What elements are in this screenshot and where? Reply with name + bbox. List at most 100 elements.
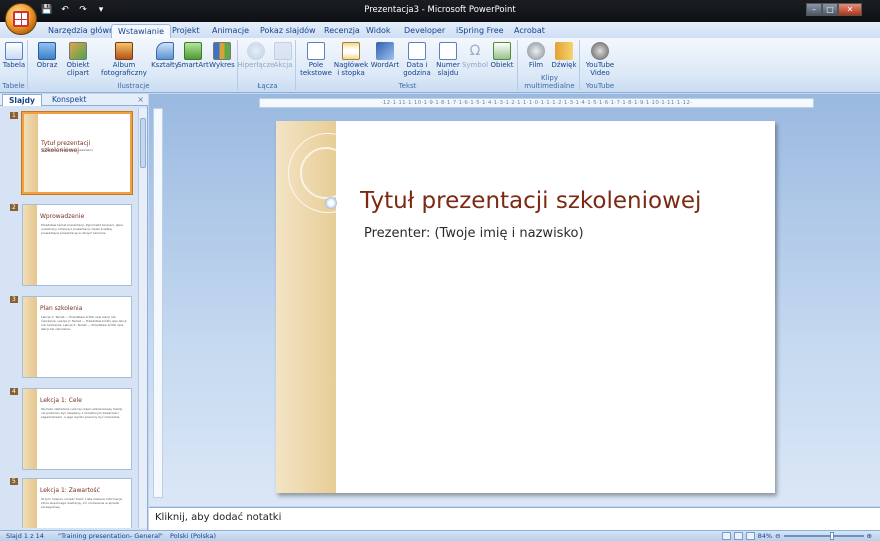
tab-wstawianie[interactable]: Wstawianie [111,24,171,38]
slide-decor-dot [325,197,337,209]
current-slide[interactable]: Tytuł prezentacji szkoleniowej Prezenter… [276,121,775,493]
hyperlink-icon [247,42,265,60]
tab-recenzja[interactable]: Recenzja [318,24,366,38]
notes-pane[interactable]: Kliknij, aby dodać notatki [149,507,880,530]
chart-button[interactable]: Wykres [208,42,236,69]
scrollbar-thumb[interactable] [140,118,146,168]
zoom-out-icon[interactable]: ⊖ [775,532,780,540]
picture-button[interactable]: Obraz [36,42,58,69]
header-footer-button[interactable]: Nagłówek i stopka [334,42,368,77]
wordart-icon [376,42,394,60]
clipart-button[interactable]: Obiekt clipart [60,42,96,77]
film-button[interactable]: Film [524,42,548,69]
zoom-slider[interactable] [783,532,864,540]
slide-thumbnail-1[interactable]: Tytuł prezentacji szkoleniowej Prezenter… [21,111,133,195]
film-icon [527,42,545,60]
zoom-controls: 84% ⊖ ⊕ [721,532,872,540]
slide-subtitle[interactable]: Prezenter: (Twoje imię i nazwisko) [364,226,584,241]
slide-number: 1 [10,112,18,119]
hyperlink-button[interactable]: Hiperłącze [238,42,274,69]
shapes-button[interactable]: Kształty [151,42,179,69]
slide-sorter-icon[interactable] [733,532,743,540]
tab-widok[interactable]: Widok [360,24,397,38]
shapes-icon [156,42,174,60]
office-logo-icon [13,11,29,27]
tab-animacje[interactable]: Animacje [206,24,255,38]
object-button[interactable]: Obiekt [488,42,516,69]
notes-placeholder: Kliknij, aby dodać notatki [155,512,282,523]
horizontal-ruler: ·12·1·11·1·10·1·9·1·8·1·7·1·6·1·5·1·4·1·… [259,98,814,108]
date-time-button[interactable]: Data i godzina [402,42,432,77]
wordart-button[interactable]: WordArt [370,42,400,69]
group-youtube: YouTube Video YouTube [582,40,618,90]
slide-editor: ·12·1·11·1·10·1·9·1·8·1·7·1·6·1·5·1·4·1·… [149,94,880,506]
slide-number: 5 [10,478,18,485]
action-icon [274,42,292,60]
panel-scrollbar[interactable] [138,108,147,528]
slide-number-button[interactable]: Numer slajdu [434,42,462,77]
group-lacza: Hiperłącze Akcja Łącza [238,40,296,90]
date-time-icon [408,42,426,60]
title-bar: 💾 ↶ ↷ ▾ Prezentacja3 - Microsoft PowerPo… [0,0,880,22]
smartart-icon [184,42,202,60]
zoom-slider-handle[interactable] [829,532,834,540]
window-title: Prezentacja3 - Microsoft PowerPoint [364,5,516,15]
slide-number: 3 [10,296,18,303]
tab-acrobat[interactable]: Acrobat [508,24,551,38]
slide-thumbnail-2[interactable]: Wprowadzenie Przedstaw temat prezentacji… [22,204,132,286]
panel-close-icon[interactable]: × [137,95,144,104]
group-tabele: Tabela Tabele [0,40,28,90]
slides-panel: Slajdy Konspekt × 1 Tytuł prezentacji sz… [0,94,148,530]
zoom-in-icon[interactable]: ⊕ [867,532,872,540]
minimize-button[interactable]: – [806,3,822,16]
vertical-ruler [153,108,163,498]
symbol-button[interactable]: Ω Symbol [462,42,488,69]
tab-ispring-free[interactable]: iSpring Free [450,24,510,38]
slide-decor-arc-inner [300,147,352,199]
tab-konspekt[interactable]: Konspekt [46,94,92,106]
slide-number: 4 [10,388,18,395]
photo-album-button[interactable]: Album fotograficzny [98,42,150,77]
normal-view-icon[interactable] [721,532,731,540]
maximize-button[interactable]: □ [822,3,838,16]
close-button[interactable]: ✕ [838,3,862,16]
group-klipy-multimedialne: Film Dźwięk Klipy multimedialne [520,40,580,90]
ribbon: Tabela Tabele Obraz Obiekt clipart Album… [0,38,880,93]
status-theme: "Training presentation- General" [58,532,163,540]
slideshow-icon[interactable] [745,532,755,540]
status-slide: Slajd 1 z 14 [6,532,44,540]
table-button[interactable]: Tabela [3,42,25,69]
status-language[interactable]: Polski (Polska) [170,532,216,540]
tab-projekt[interactable]: Projekt [166,24,206,38]
youtube-icon [591,42,609,60]
slide-thumbnails: 1 Tytuł prezentacji szkoleniowej Prezent… [0,108,138,528]
tab-developer[interactable]: Developer [398,24,451,38]
photo-album-icon [115,42,133,60]
tab-pokaz-slajdow[interactable]: Pokaz slajdów [254,24,322,38]
chart-icon [213,42,231,60]
header-footer-icon [342,42,360,60]
textbox-button[interactable]: Pole tekstowe [300,42,332,77]
action-button[interactable]: Akcja [272,42,294,69]
table-icon [5,42,23,60]
picture-icon [38,42,56,60]
slide-title[interactable]: Tytuł prezentacji szkoleniowej [360,188,701,214]
symbol-icon: Ω [469,43,481,59]
textbox-icon [307,42,325,60]
smartart-button[interactable]: SmartArt [177,42,209,69]
window-controls: – □ ✕ [806,3,862,16]
group-tekst: Pole tekstowe Nagłówek i stopka WordArt … [298,40,518,90]
slide-thumbnail-3[interactable]: Plan szkolenia Lekcja 1: Temat — Przedst… [22,296,132,378]
group-ilustracje: Obraz Obiekt clipart Album fotograficzny… [30,40,238,90]
ribbon-tabs: Narzędzia główne Wstawianie Projekt Anim… [0,22,880,38]
youtube-video-button[interactable]: YouTube Video [584,42,616,77]
sound-button[interactable]: Dźwięk [550,42,578,69]
office-button[interactable] [5,3,37,35]
status-bar: Slajd 1 z 14 "Training presentation- Gen… [0,530,880,541]
slide-number: 2 [10,204,18,211]
slide-thumbnail-5[interactable]: Lekcja 1: Zawartość W tym miejscu umieść… [22,478,132,528]
sound-icon [555,42,573,60]
zoom-level[interactable]: 84% [758,532,772,540]
slide-thumbnail-4[interactable]: Lekcja 1: Cele Wymień zakładane cele tej… [22,388,132,470]
tab-slajdy[interactable]: Slajdy [2,94,42,106]
